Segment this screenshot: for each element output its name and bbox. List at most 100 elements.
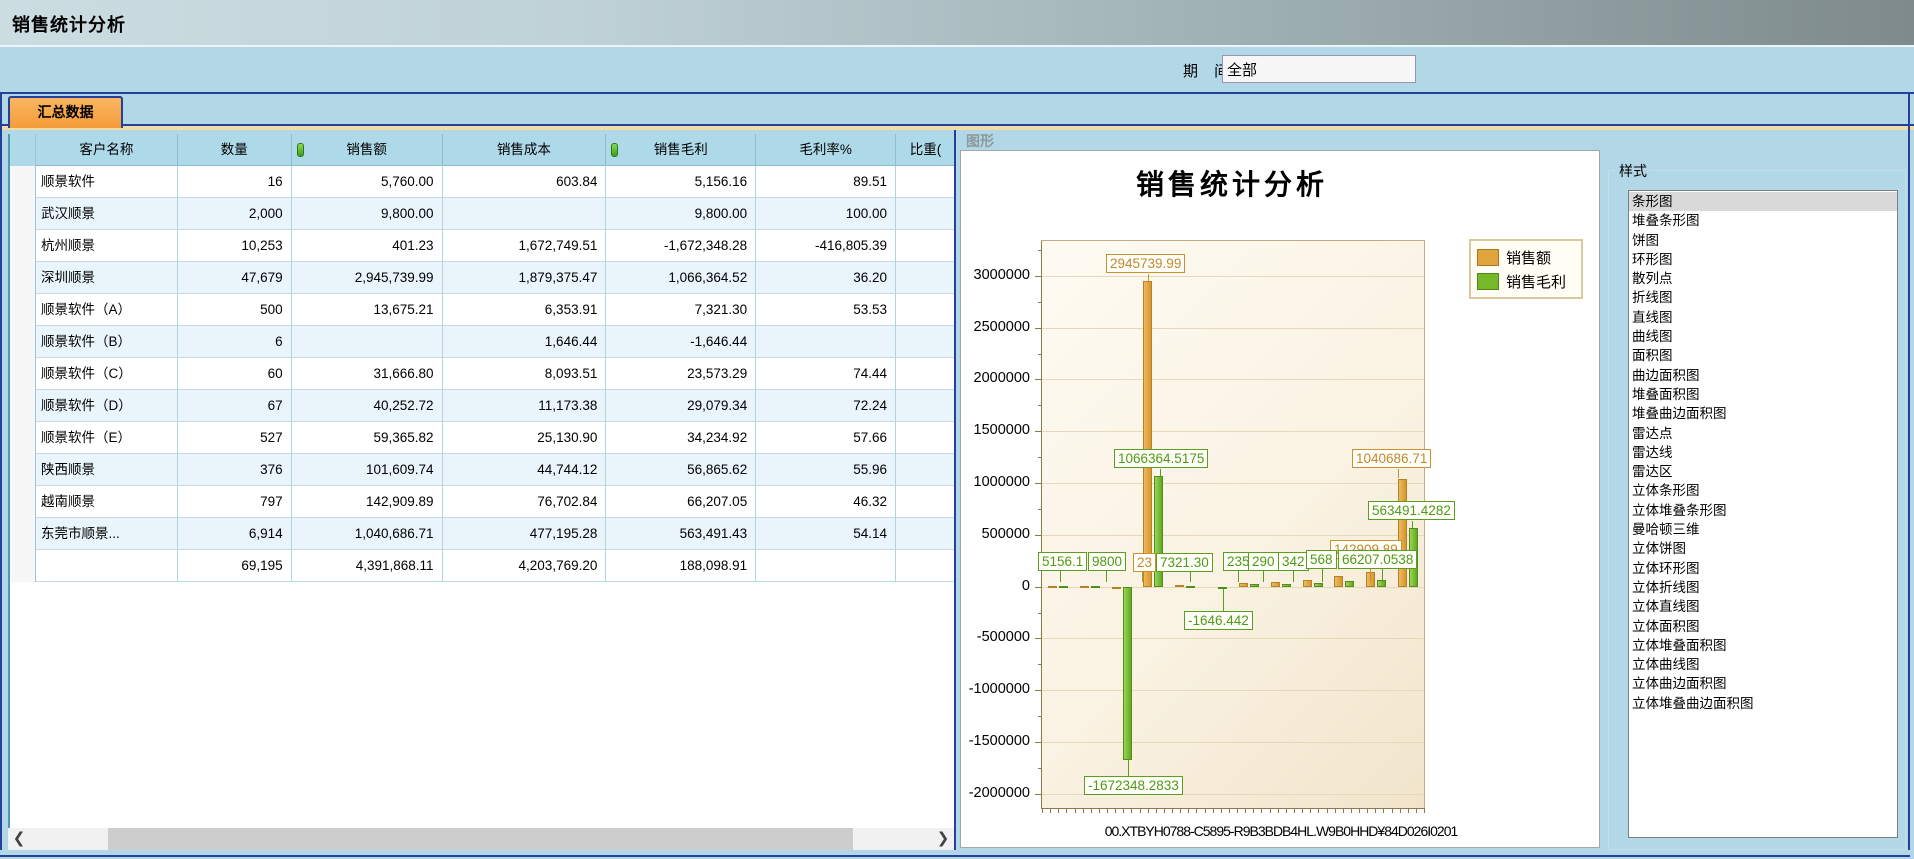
table-cell: 1,879,375.47	[443, 262, 607, 294]
annotation-leader	[1148, 274, 1149, 281]
data-label: 66207.0538	[1338, 550, 1417, 569]
y-axis-tick	[1035, 742, 1042, 743]
chart-style-list[interactable]: 条形图堆叠条形图饼图环形图散列点折线图直线图曲线图面积图曲边面积图堆叠面积图堆叠…	[1628, 190, 1898, 838]
column-header[interactable]: 销售成本	[443, 134, 607, 166]
table-cell	[896, 518, 956, 550]
style-list-item[interactable]: 堆叠面积图	[1629, 385, 1897, 404]
scroll-right-icon[interactable]: ❯	[932, 828, 954, 850]
table-cell: 142,909.89	[292, 486, 443, 518]
y-axis-minor-tick	[1038, 768, 1042, 769]
style-list-item[interactable]: 曲线图	[1629, 327, 1897, 346]
legend-swatch-icon	[1477, 249, 1499, 266]
tab-summary-data[interactable]: 汇总数据	[8, 96, 123, 128]
x-axis-tick	[1408, 808, 1409, 813]
style-list-item[interactable]: 条形图	[1629, 192, 1897, 211]
table-cell: 顺景软件	[36, 166, 178, 198]
style-list-item[interactable]: 立体堆叠面积图	[1629, 636, 1897, 655]
x-axis-labels: 00.XTBYH0788-C5895-R9B3BDB4HL.W9B0HHD¥84…	[961, 823, 1601, 839]
style-list-item[interactable]: 直线图	[1629, 308, 1897, 327]
summary-table[interactable]: 客户名称数量销售额销售成本销售毛利毛利率%比重(顺景软件165,760.0060…	[8, 134, 956, 850]
style-list-item[interactable]: 环形图	[1629, 250, 1897, 269]
style-list-item[interactable]: 立体环形图	[1629, 559, 1897, 578]
table-row[interactable]: 顺景软件（E）52759,365.8225,130.9034,234.9257.…	[10, 422, 956, 454]
style-list-item[interactable]: 曼哈顿三维	[1629, 520, 1897, 539]
horizontal-scrollbar[interactable]: ❮ ❯	[8, 828, 954, 850]
table-row[interactable]: 69,1954,391,868.114,203,769.20188,098.91	[10, 550, 956, 582]
chart-legend: 销售额销售毛利	[1469, 239, 1583, 299]
x-axis-tick	[1091, 808, 1092, 813]
style-list-item[interactable]: 堆叠条形图	[1629, 211, 1897, 230]
style-group-label: 样式	[1616, 161, 1650, 181]
column-header[interactable]: 比重(	[896, 134, 956, 166]
y-axis-tick	[1035, 638, 1042, 639]
annotation-leader	[1398, 469, 1399, 478]
bar-销售毛利	[1059, 586, 1068, 588]
bar-销售毛利	[1250, 584, 1259, 586]
style-list-item[interactable]: 雷达区	[1629, 462, 1897, 481]
legend-label: 销售额	[1506, 247, 1551, 268]
table-cell: 67	[178, 390, 292, 422]
table-cell: 31,666.80	[292, 358, 443, 390]
style-list-item[interactable]: 立体堆叠条形图	[1629, 501, 1897, 520]
style-list-item[interactable]: 散列点	[1629, 269, 1897, 288]
column-header[interactable]: 销售额	[292, 134, 443, 166]
table-row[interactable]: 顺景软件165,760.00603.845,156.1689.51	[10, 166, 956, 198]
column-header[interactable]: 毛利率%	[756, 134, 896, 166]
style-list-item[interactable]: 立体直线图	[1629, 597, 1897, 616]
y-axis-tick	[1035, 379, 1042, 380]
column-header[interactable]: 销售毛利	[606, 134, 756, 166]
x-axis-tick	[1400, 808, 1401, 813]
table-row[interactable]: 陕西顺景376101,609.7444,744.1256,865.6255.96	[10, 454, 956, 486]
style-list-item[interactable]: 立体条形图	[1629, 481, 1897, 500]
page-title: 销售统计分析	[12, 11, 126, 37]
x-axis-tick	[1140, 808, 1141, 813]
y-axis-minor-tick	[1038, 613, 1042, 614]
table-cell: 477,195.28	[443, 518, 607, 550]
style-list-item[interactable]: 立体曲线图	[1629, 655, 1897, 674]
style-list-item[interactable]: 饼图	[1629, 231, 1897, 250]
table-cell: 55.96	[756, 454, 896, 486]
column-header[interactable]: 客户名称	[36, 134, 178, 166]
style-list-item[interactable]: 曲边面积图	[1629, 366, 1897, 385]
table-row[interactable]: 顺景软件（D）6740,252.7211,173.3829,079.3472.2…	[10, 390, 956, 422]
style-list-item[interactable]: 雷达点	[1629, 424, 1897, 443]
table-row[interactable]: 顺景软件（B）61,646.44-1,646.44	[10, 326, 956, 358]
style-list-item[interactable]: 折线图	[1629, 288, 1897, 307]
table-row[interactable]: 东莞市顺景...6,9141,040,686.71477,195.28563,4…	[10, 518, 956, 550]
column-header[interactable]: 数量	[178, 134, 292, 166]
scrollbar-thumb[interactable]	[108, 828, 853, 850]
x-axis-tick	[1253, 808, 1254, 813]
table-cell: 顺景软件（B）	[36, 326, 178, 358]
style-list-item[interactable]: 面积图	[1629, 346, 1897, 365]
table-row[interactable]: 武汉顺景2,0009,800.009,800.00100.00	[10, 198, 956, 230]
table-row[interactable]: 顺景软件（A）50013,675.216,353.917,321.3053.53	[10, 294, 956, 326]
y-axis-label: 2000000	[958, 370, 1030, 386]
period-input[interactable]	[1222, 55, 1416, 83]
y-axis-minor-tick	[1038, 716, 1042, 717]
style-list-item[interactable]: 雷达线	[1629, 443, 1897, 462]
x-axis-tick	[1237, 808, 1238, 813]
style-list-item[interactable]: 立体折线图	[1629, 578, 1897, 597]
data-label: 1040686.71	[1352, 449, 1431, 468]
table-cell: 100.00	[756, 198, 896, 230]
style-list-item[interactable]: 立体饼图	[1629, 539, 1897, 558]
x-axis-tick	[1261, 808, 1262, 813]
style-list-item[interactable]: 立体面积图	[1629, 617, 1897, 636]
y-axis	[1041, 241, 1042, 809]
data-label: 290	[1248, 552, 1279, 571]
style-list-item[interactable]: 立体堆叠曲边面积图	[1629, 694, 1897, 713]
table-cell	[36, 550, 178, 582]
table-cell: 74.44	[756, 358, 896, 390]
table-cell: 25,130.90	[443, 422, 607, 454]
table-row[interactable]: 顺景软件（C）6031,666.808,093.5123,573.2974.44	[10, 358, 956, 390]
style-list-item[interactable]: 立体曲边面积图	[1629, 674, 1897, 693]
table-cell: 7,321.30	[606, 294, 756, 326]
x-axis-tick	[1050, 808, 1051, 813]
table-cell: 69,195	[178, 550, 292, 582]
table-row[interactable]: 越南顺景797142,909.8976,702.8466,207.0546.32	[10, 486, 956, 518]
scroll-left-icon[interactable]: ❮	[8, 828, 30, 850]
table-row[interactable]: 杭州顺景10,253401.231,672,749.51-1,672,348.2…	[10, 230, 956, 262]
table-row[interactable]: 深圳顺景47,6792,945,739.991,879,375.471,066,…	[10, 262, 956, 294]
style-list-item[interactable]: 堆叠曲边面积图	[1629, 404, 1897, 423]
sort-indicator-icon	[611, 143, 618, 157]
